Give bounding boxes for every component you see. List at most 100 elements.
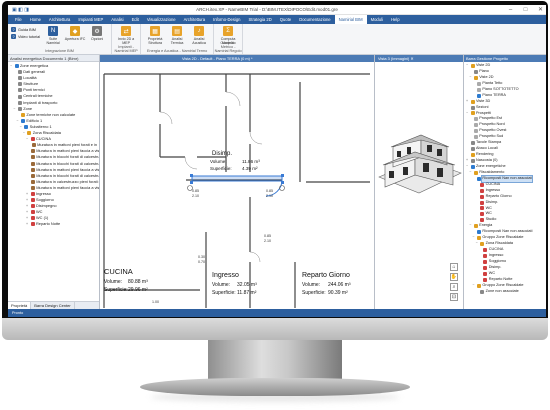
ribbon-button[interactable]: ♪ Analisi Acustica: [188, 26, 210, 45]
ribbon-button-icon: ♪: [194, 26, 205, 36]
room-disimp-volume-label: Volume:: [210, 159, 227, 164]
room-ingresso-surface: 11.87 m²: [237, 290, 257, 296]
tree-expander-icon[interactable]: +: [26, 221, 29, 227]
ribbon-tab[interactable]: Namirial BIM: [334, 15, 367, 24]
ribbon-small-button[interactable]: ? Guida BIM: [11, 26, 40, 33]
plan-view-tab[interactable]: Vista 2D - Default - Piano TERRA (0 m) *: [100, 55, 374, 62]
ribbon-small-button[interactable]: ? Video tutorial: [11, 33, 40, 40]
tree-expander-icon[interactable]: +: [466, 99, 469, 105]
tree-node-icon: [480, 218, 485, 223]
ribbon-button-icon: Σ: [223, 26, 234, 36]
view3d-tab[interactable]: Vista 3 (Immagini) ✕: [375, 55, 463, 62]
tree-expander-icon[interactable]: −: [469, 223, 472, 229]
tree-node-icon: [17, 82, 22, 87]
tree-node-icon: [30, 173, 35, 178]
tree-node-icon: [30, 149, 35, 154]
tree-item[interactable]: + Reparto Notte: [10, 221, 97, 227]
status-bar: Pronto: [8, 309, 546, 317]
floor-plan-drawing[interactable]: Disimp. Volume: 11.86 m³ Superficie: 4.3…: [100, 62, 374, 309]
tree-node-icon: [473, 135, 478, 140]
plan-view-2d[interactable]: Vista 2D - Default - Piano TERRA (0 m) *: [100, 55, 374, 309]
project-tree: − Viste 2D Piano − Viste 2D Pianta Tetto Piano…: [464, 62, 546, 296]
quick-access-icons[interactable]: ▣ ◧ ◨: [12, 7, 29, 13]
tree-node-icon: [473, 69, 478, 74]
pan-hand-icon[interactable]: ✋: [450, 273, 458, 281]
ribbon-button-icon: ▤: [172, 26, 183, 36]
ribbon-tab[interactable]: File: [11, 15, 26, 24]
tree-node-icon: [470, 99, 475, 104]
room-reparto-giorno-surface-label: Superficie:: [302, 290, 326, 296]
ribbon-tab[interactable]: Edit: [128, 15, 143, 24]
ribbon-button[interactable]: N Suite Namirial: [42, 26, 64, 45]
ribbon-tab[interactable]: Help: [387, 15, 404, 24]
ribbon-tab[interactable]: Architettura: [45, 15, 74, 24]
dimension-label: 0.85: [266, 189, 273, 193]
tree-expander-icon[interactable]: −: [13, 106, 16, 112]
tree-expander-icon[interactable]: −: [466, 111, 469, 117]
room-cucina-surface: 29.96 m²: [128, 287, 148, 293]
room-disimp-name: Disimp.: [212, 151, 232, 157]
tree-node-icon: [476, 283, 481, 288]
fit-view-icon[interactable]: ⊡: [450, 293, 458, 301]
ribbon-small-label: Video tutorial: [18, 34, 41, 39]
ribbon-button[interactable]: ▦ Proprietà Struttura: [144, 26, 166, 45]
energy-tree: − Zone energetica Dati generali Località Str…: [8, 62, 99, 229]
tree-expander-icon[interactable]: −: [10, 63, 13, 69]
minimize-button[interactable]: –: [505, 6, 516, 14]
monitor-stand-base: [140, 378, 410, 396]
tree-node-icon: [483, 248, 488, 253]
ribbon-tab[interactable]: Analisi: [107, 15, 127, 24]
ribbon-tab[interactable]: Moduli: [367, 15, 387, 24]
tree-node-icon: [470, 153, 475, 158]
home-view-icon[interactable]: ⌂: [450, 263, 458, 271]
tree-node-icon: [20, 112, 25, 117]
ribbon-button[interactable]: ▤ Analisi Termica: [166, 26, 188, 45]
ribbon-button[interactable]: ⚙ Opzioni: [86, 26, 108, 41]
tree-node-icon: [30, 185, 35, 190]
ribbon-tab[interactable]: Documentazione: [295, 15, 334, 24]
tree-node-icon: [473, 123, 478, 128]
ribbon-tab[interactable]: Architettura: [180, 15, 209, 24]
ribbon-tab[interactable]: Impianti MEP: [74, 15, 107, 24]
ribbon-button[interactable]: ⇄ Invio 2D a MEP: [115, 26, 137, 45]
view-3d[interactable]: Vista 3 (Immagini) ✕ ⌂ ✋ ⌕ ⊡: [374, 55, 463, 309]
ribbon-small-buttons: ? Guida BIM? Video tutorial: [11, 26, 40, 40]
tree-node-icon: [480, 289, 485, 294]
tree-expander-icon[interactable]: −: [472, 283, 475, 289]
tree-node-icon: [473, 117, 478, 122]
maximize-button[interactable]: □: [520, 6, 531, 14]
ribbon-tab[interactable]: Home: [26, 15, 45, 24]
ribbon-tab[interactable]: Visualizzazione: [143, 15, 180, 24]
ribbon-button-icon: ◆: [70, 26, 81, 36]
room-disimp-volume: 11.86 m³: [242, 159, 260, 164]
ribbon-button-icon: ▦: [150, 26, 161, 36]
ribbon-group: Σ Computa Modello Computo Metrico - Namiri…: [214, 24, 244, 54]
tree-node-icon: [30, 210, 35, 215]
ribbon-tab[interactable]: Inforno-Design: [209, 15, 244, 24]
ribbon-button-label: Suite Namirial: [46, 37, 60, 45]
tree-expander-icon[interactable]: −: [469, 170, 472, 176]
house-3d-model[interactable]: [375, 107, 463, 227]
room-disimp-surface-label: Superficie:: [210, 166, 232, 171]
tree-item[interactable]: Zone non associate: [466, 289, 544, 295]
tree-expander-icon[interactable]: −: [466, 63, 469, 69]
ribbon-button[interactable]: ◆ Apertura IFC: [64, 26, 86, 41]
close-button[interactable]: ✕: [535, 6, 546, 14]
ribbon-tab[interactable]: Quote: [276, 15, 295, 24]
tree-node-icon: [476, 81, 481, 86]
ribbon-tab[interactable]: Strategia 2D: [245, 15, 276, 24]
dimension-label: 0.70: [198, 260, 205, 264]
tree-node-icon: [473, 170, 478, 175]
left-panel-tab[interactable]: Proprietà: [8, 302, 32, 309]
tree-node-icon: [14, 64, 19, 69]
left-panel-energy-analysis: Analisi energetica Documento 1 (Bimr) − Z…: [8, 55, 100, 309]
left-panel-tab[interactable]: Barra Design Center: [31, 302, 75, 309]
zoom-icon[interactable]: ⌕: [450, 283, 458, 291]
tree-expander-icon[interactable]: −: [469, 75, 472, 81]
dimension-label: 2.10: [266, 194, 273, 198]
tree-node-icon: [20, 118, 25, 123]
ribbon-button-label: Analisi Acustica: [192, 37, 206, 45]
tree-expander-icon[interactable]: −: [476, 241, 479, 247]
left-panel-tabs: Proprietà Barra Design Center: [8, 301, 99, 309]
tree-expander-icon[interactable]: −: [26, 136, 29, 142]
